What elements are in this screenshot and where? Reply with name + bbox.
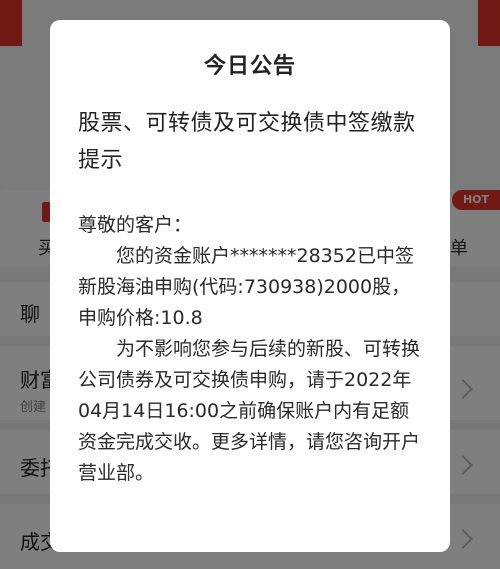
notice-heading: 股票、可转债及可交换债中签缴款提示 (78, 111, 416, 173)
announcement-dialog: 今日公告 股票、可转债及可交换债中签缴款提示 尊敬的客户： 您的资金账户****… (50, 20, 450, 552)
notice-paragraph: 为不影响您参与后续的新股、可转换公司债券及可交换债申购，请于2022年04月14… (78, 338, 421, 484)
dialog-title: 今日公告 (203, 54, 296, 79)
notice-body: 尊敬的客户： 您的资金账户*******28352已中签新股海油申购(代码:73… (78, 210, 428, 489)
notice-paragraph: 您的资金账户*******28352已中签新股海油申购(代码:730938)20… (78, 245, 414, 329)
notice-greeting: 尊敬的客户： (78, 214, 193, 236)
